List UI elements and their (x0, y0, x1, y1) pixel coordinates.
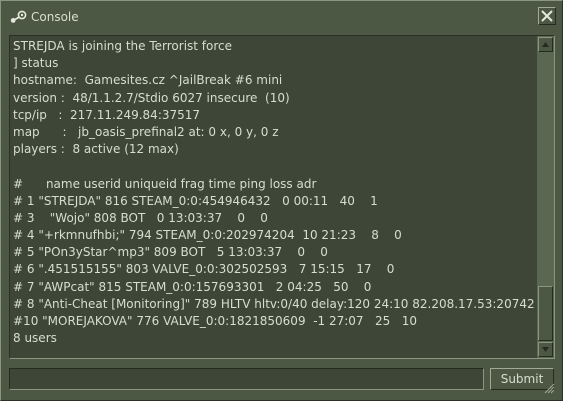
console-line: # 1 "STREJDA" 816 STEAM_0:0:454946432 0 … (13, 193, 378, 208)
console-line: ] status (13, 56, 59, 71)
console-line: # name userid uniqueid frag time ping lo… (13, 176, 317, 191)
console-line: tcp/ip : 217.11.249.84:37517 (13, 107, 201, 122)
scroll-down-button[interactable] (538, 342, 553, 357)
console-line: version : 48/1.1.2.7/Stdio 6027 insecure… (13, 90, 290, 105)
console-log: STREJDA is joining the Terrorist force ] … (13, 38, 535, 347)
console-line: #10 "MOREJAKOVA" 776 VALVE_0:0:182185060… (13, 314, 417, 328)
console-line: # 7 "AWPcat" 815 STEAM_0:0:157693301 2 0… (13, 279, 372, 294)
console-line: map : jb_oasis_prefinal2 at: 0 x, 0 y, 0… (13, 124, 279, 139)
resize-grip-icon[interactable] (543, 382, 555, 394)
title-bar[interactable]: Console (1, 1, 562, 33)
scrollbar-thumb[interactable] (538, 286, 553, 341)
scroll-up-button[interactable] (538, 37, 553, 52)
console-line: # 3 "Wojo" 808 BOT 0 13:03:37 0 0 (13, 210, 268, 225)
console-line: # 4 "+rkmnufhbi;" 794 STEAM_0:0:20297420… (13, 228, 402, 243)
console-line: # 8 "Anti-Cheat [Monitoring]" 789 HLTV h… (13, 296, 535, 311)
steam-icon (10, 10, 27, 23)
console-line: players : 8 active (12 max) (13, 142, 179, 157)
console-line: # 6 ".451515155" 803 VALVE_0:0:302502593… (13, 262, 395, 277)
console-line: STREJDA is joining the Terrorist force (13, 39, 233, 53)
console-line: hostname: Gamesites.cz ^JailBreak #6 min… (13, 73, 283, 88)
command-input[interactable] (9, 368, 484, 390)
console-window: Console STREJDA is joining the Terrorist… (0, 0, 563, 401)
console-line: # 5 "POn3yStar^mp3" 809 BOT 5 13:03:37 0… (13, 245, 328, 260)
window-title: Console (31, 10, 79, 24)
close-icon (541, 10, 553, 22)
console-line: 8 users (13, 331, 57, 346)
arrow-down-icon (542, 347, 549, 352)
close-button[interactable] (538, 7, 556, 25)
vertical-scrollbar[interactable] (537, 36, 554, 358)
arrow-up-icon (542, 42, 549, 47)
console-output[interactable]: STREJDA is joining the Terrorist force ] … (9, 35, 555, 359)
